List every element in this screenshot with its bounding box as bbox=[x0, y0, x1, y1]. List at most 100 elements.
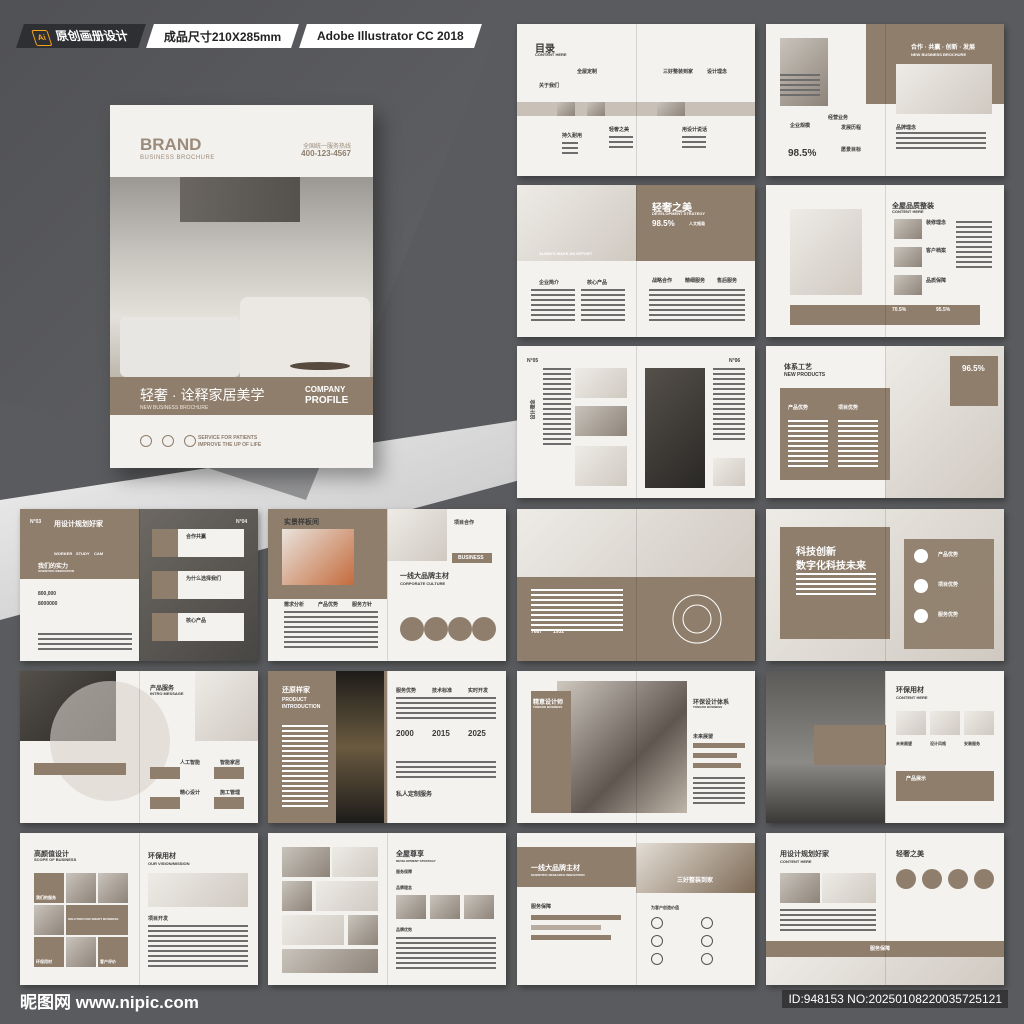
contents-band bbox=[517, 102, 755, 116]
spread-label: SCIENTIFIC INNOVATION bbox=[38, 569, 74, 573]
photo bbox=[930, 711, 960, 735]
spread-sub: DEVELOPMENT STRATEGY bbox=[652, 211, 706, 216]
tile-label: 环保用材 bbox=[36, 959, 52, 964]
cover-title-en: NEW BUSINESS BROCHURE bbox=[140, 405, 209, 411]
spread-design-concept: N°05 N°06 设计理念 bbox=[517, 346, 755, 498]
room-photo bbox=[790, 209, 862, 295]
photo bbox=[430, 895, 460, 919]
spread-title: 环保用材 bbox=[896, 687, 924, 694]
spread-label: 技术标准 bbox=[432, 688, 453, 694]
circle-photo bbox=[424, 617, 448, 641]
spread-white-interior: 7687 1932 bbox=[517, 509, 755, 661]
spread-sub: OUR VISION/MISSION bbox=[148, 861, 190, 866]
spread-label: 智能家居 bbox=[220, 760, 241, 766]
spread-sub: INTRODUCTION bbox=[282, 704, 321, 710]
photo bbox=[348, 915, 378, 945]
spread-label: 安装服务 bbox=[964, 741, 980, 746]
spread-label: 发展历程 bbox=[841, 125, 862, 131]
percent-stat: 95.5% bbox=[936, 307, 951, 313]
spread-title: 轻奢之美 bbox=[896, 851, 924, 858]
spread-title: 实景样板间 bbox=[284, 519, 319, 526]
photo bbox=[332, 847, 378, 877]
spread-label: 产品优势 bbox=[318, 602, 339, 608]
text-lines bbox=[788, 420, 828, 470]
brown-block bbox=[531, 691, 571, 813]
spread-title: 合作 · 共赢 · 创新 · 发展 bbox=[911, 45, 975, 51]
photo bbox=[282, 847, 330, 877]
living-room-photo bbox=[557, 681, 687, 813]
pill-label: BUSINESS bbox=[458, 555, 484, 561]
spread-title: 用设计规划好家 bbox=[780, 851, 829, 858]
text-lines bbox=[649, 289, 745, 324]
brown-bar bbox=[34, 763, 126, 775]
card-title: 合作共赢 bbox=[186, 534, 207, 540]
circle-photo bbox=[472, 617, 496, 641]
spread-sub: TONGRO BUSINESS bbox=[693, 705, 723, 709]
page-number: N°04 bbox=[236, 519, 248, 525]
text-lines bbox=[531, 589, 623, 634]
tag-software-label: Adobe Illustrator CC 2018 bbox=[317, 29, 465, 43]
spread-label: WORKER bbox=[54, 551, 73, 556]
icon-circle bbox=[914, 609, 928, 623]
text-lines bbox=[896, 132, 986, 152]
icon-tile bbox=[152, 571, 178, 599]
photo bbox=[464, 895, 494, 919]
spread-label: STUDY bbox=[76, 551, 90, 556]
text-lines bbox=[531, 289, 575, 324]
photo bbox=[713, 458, 745, 486]
spread-label: 产品展示 bbox=[906, 776, 927, 782]
spread-title: 还原样家 bbox=[282, 687, 310, 694]
spread-designer: 精意设计师 TONGRO BUSINESS 环保设计体系 TONGRO BUSI… bbox=[517, 671, 755, 823]
contents-item: 全屋定制 bbox=[577, 69, 598, 75]
bedroom-photo bbox=[195, 671, 258, 741]
card-title: 核心产品 bbox=[186, 618, 207, 624]
spread-label: 企业规模 bbox=[790, 123, 811, 129]
spread-sub: PRODUCT bbox=[282, 697, 307, 703]
spread-label: 人工智能 bbox=[180, 760, 201, 766]
spread-whole-house: 全屋品质整装 CONTENT HERE 装修理念 客户档案 品质保障 70.5%… bbox=[766, 185, 1004, 337]
spread-label: 产品优势 bbox=[788, 405, 809, 411]
contents-photo bbox=[587, 102, 605, 116]
spread-title: 科技创新 bbox=[796, 547, 836, 558]
photo bbox=[575, 368, 627, 398]
spread-sub: SCIENTIFIC RESEARCH INNOVATION bbox=[531, 873, 585, 877]
spread-label: 经营业务 bbox=[828, 115, 849, 121]
decor-circle bbox=[50, 681, 170, 801]
circle-photo bbox=[400, 617, 424, 641]
spread-title: 全屋尊享 bbox=[396, 851, 424, 858]
cover-title-band: 轻奢 · 诠释家居美学 NEW BUSINESS BROCHURE COMPAN… bbox=[110, 377, 373, 415]
text-lines bbox=[780, 909, 876, 934]
spread-title: 用设计规划好家 bbox=[54, 521, 103, 528]
text-lines bbox=[838, 420, 878, 470]
progress-bar bbox=[531, 925, 601, 930]
lamp-photo bbox=[336, 671, 384, 823]
spread-sub: SCOPE OF BUSINESS bbox=[34, 857, 77, 862]
number-circle bbox=[701, 935, 713, 947]
photo bbox=[575, 446, 627, 486]
spread-label: 核心产品 bbox=[587, 280, 608, 286]
spread-label: 施工管理 bbox=[220, 790, 241, 796]
cover-brand-sub: BUSINESS BROCHURE bbox=[140, 155, 215, 161]
spread-partnership: 合作 · 共赢 · 创新 · 发展 NEW BUSINESS BROCHURE … bbox=[766, 24, 1004, 176]
spread-title: 数字化科技未来 bbox=[796, 561, 866, 572]
tag-original-design: Ai 原创画册设计 bbox=[16, 24, 146, 48]
brown-tile bbox=[150, 797, 180, 809]
text-lines bbox=[148, 925, 248, 970]
spread-label: 客户档案 bbox=[926, 248, 947, 254]
spread-design-plan: 用设计规划好家 CONTENT HERE 轻奢之美 服务保障 bbox=[766, 833, 1004, 985]
percent-label: 人文格局 bbox=[689, 221, 705, 226]
cover-company: COMPANY bbox=[305, 385, 346, 394]
spread-plan-home: N°03 N°04 用设计规划好家 WORKER STUDY CAM 我们的实力… bbox=[20, 509, 258, 661]
cover-profile: PROFILE bbox=[305, 395, 349, 406]
spread-restore-home: 还原样家 PRODUCT INTRODUCTION 服务优势 技术标准 实时开发… bbox=[268, 671, 506, 823]
percent-stat: 96.5% bbox=[962, 364, 985, 373]
tag-original-design-label: 原创画册设计 bbox=[53, 28, 131, 43]
percent-stat: 98.5% bbox=[788, 148, 817, 159]
tag-size-label: 成品尺寸210X285mm bbox=[164, 29, 282, 44]
page-number: N°03 bbox=[30, 519, 42, 525]
spread-label: 需求分析 bbox=[284, 602, 305, 608]
spread-label: 私人定制服务 bbox=[396, 792, 433, 798]
percent-stat: 70.5% bbox=[892, 307, 907, 313]
tag-size: 成品尺寸210X285mm bbox=[146, 24, 300, 48]
cover-title-cn: 轻奢 · 诠释家居美学 bbox=[140, 387, 265, 403]
